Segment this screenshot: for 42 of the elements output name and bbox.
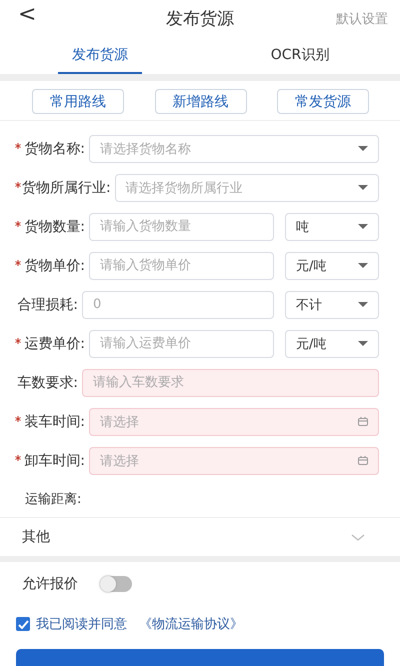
field-label: 运费单价: [23, 334, 85, 352]
input-field[interactable]: 0 [82, 290, 274, 318]
input-field[interactable]: 请输入货物数量 [89, 212, 274, 240]
caret-icon [358, 302, 368, 307]
input-field[interactable]: 请输入运费单价 [89, 330, 274, 358]
caret-icon [358, 224, 368, 229]
input-field[interactable]: 请输入车数要求 [82, 368, 379, 396]
check-icon [18, 620, 28, 628]
tab[interactable]: OCR识别 [256, 38, 344, 74]
field-label: 货物单价: [23, 256, 85, 274]
toggle-switch[interactable] [100, 576, 132, 592]
checkbox[interactable] [16, 617, 30, 631]
route-button[interactable]: 新增路线 [154, 89, 246, 114]
field-label: 合理损耗: [16, 296, 78, 314]
unit-dropdown[interactable]: 元/吨 [285, 330, 379, 358]
agreement-link[interactable]: 《物流运输协议》 [139, 615, 243, 633]
field-label: 货物名称: [23, 140, 85, 158]
route-button[interactable]: 常发货源 [277, 89, 369, 114]
calendar-icon [358, 417, 368, 426]
caret-icon [358, 146, 368, 151]
field-label: 货物数量: [23, 218, 85, 236]
field-label: 货物所属行业: [22, 178, 111, 196]
unit-dropdown[interactable]: 元/吨 [285, 252, 379, 280]
unit-dropdown[interactable]: 不计 [285, 290, 379, 318]
caret-icon [358, 341, 368, 346]
field-label: 车数要求: [16, 374, 78, 392]
caret-icon [358, 263, 368, 268]
unit-dropdown[interactable]: 吨 [285, 212, 379, 240]
field-label: 装车时间: [23, 412, 85, 430]
tab[interactable]: 发布货源 [58, 38, 142, 74]
distance-label: 运输距离: [0, 480, 400, 518]
page-title: 发布货源 [166, 8, 234, 30]
back-button[interactable]: < [14, 2, 40, 27]
agreement-text: 我已阅读并同意 [36, 616, 127, 633]
input-field[interactable]: 请输入货物单价 [89, 252, 274, 280]
route-button[interactable]: 常用路线 [32, 89, 124, 114]
calendar-icon [358, 456, 368, 465]
section-label: 其他 [22, 528, 50, 546]
chevron-icon[interactable] [351, 534, 365, 540]
caret-icon [358, 185, 368, 190]
field-label: 卸车时间: [23, 452, 85, 470]
toggle-label: 允许报价 [22, 575, 78, 593]
